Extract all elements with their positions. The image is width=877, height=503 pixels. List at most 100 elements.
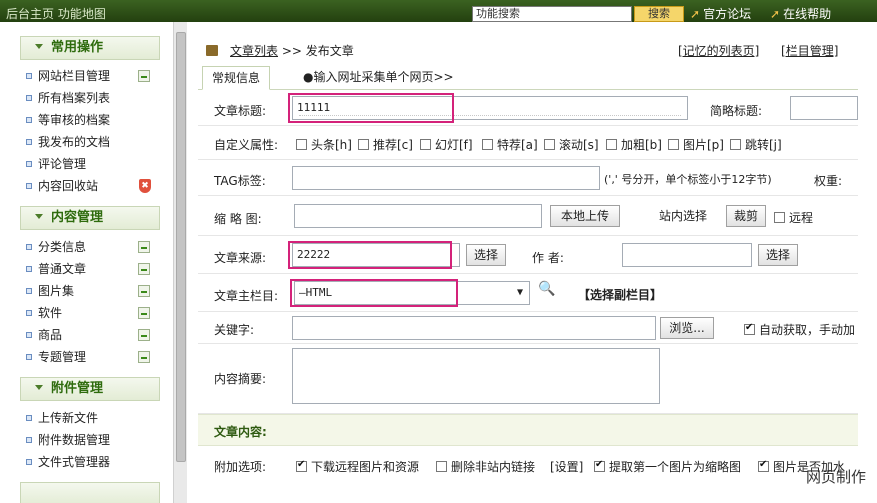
crop-button[interactable]: 裁剪 (726, 205, 766, 227)
add-icon[interactable] (138, 307, 150, 319)
online-help-link[interactable]: ➚ 在线帮助 (770, 5, 831, 22)
left-sidebar: 常用操作 网站栏目管理 所有档案列表 等审核的档案 我发布的文档 评论管理 内容… (12, 22, 172, 503)
add-icon[interactable] (138, 70, 150, 82)
checkbox[interactable] (668, 139, 679, 150)
function-search-input[interactable]: 功能搜索 (472, 6, 632, 22)
browse-button[interactable]: 浏览... (660, 317, 714, 339)
attr-slide[interactable]: 幻灯[f] (420, 136, 473, 153)
add-icon[interactable] (138, 241, 150, 253)
sidebar-item-topics[interactable]: 专题管理 (26, 347, 166, 367)
sidebar-item-all-archives[interactable]: 所有档案列表 (26, 88, 166, 108)
source-select-button[interactable]: 选择 (466, 244, 506, 266)
sidebar-item-image-sets[interactable]: 图片集 (26, 281, 166, 301)
checkbox[interactable] (296, 139, 307, 150)
main-panel: 文章列表 >> 发布文章 [记忆的列表页] [栏目管理] 常规信息 ●输入网址采… (198, 38, 858, 503)
attr-bold[interactable]: 加粗[b] (606, 136, 662, 153)
sidebar-item-pending-archives[interactable]: 等审核的档案 (26, 110, 166, 130)
column-row: 文章主栏目: —HTML ▼ 🔍 【选择副栏目】 (198, 274, 858, 312)
bullet-icon (26, 183, 32, 189)
checkbox[interactable] (774, 212, 785, 223)
thumbnail-row: 缩 略 图: 本地上传 站内选择 裁剪 远程 (198, 196, 858, 236)
column-manage-link[interactable]: [栏目管理] (781, 44, 838, 58)
sidebar-item-my-documents[interactable]: 我发布的文档 (26, 132, 166, 152)
top-bar-left-text[interactable]: 后台主页 功能地图 (6, 5, 106, 22)
tag-input[interactable] (292, 166, 600, 190)
local-upload-button[interactable]: 本地上传 (550, 205, 620, 227)
checkbox-checked[interactable] (296, 459, 307, 472)
delete-links-option[interactable]: 删除非站内链接 (436, 458, 535, 475)
bullet-icon (26, 288, 32, 294)
bullet-icon (26, 95, 32, 101)
author-select-button[interactable]: 选择 (758, 244, 798, 266)
sidebar-item-file-manager[interactable]: 文件式管理器 (26, 452, 166, 472)
first-pic-thumbnail-option[interactable]: 提取第一个图片为缩略图 (594, 458, 741, 475)
attr-image[interactable]: 图片[p] (668, 136, 724, 153)
sidebar-item-articles[interactable]: 普通文章 (26, 259, 166, 279)
book-icon (206, 45, 218, 56)
thumbnail-input[interactable] (294, 204, 542, 228)
column-label: 文章主栏目: (214, 289, 279, 303)
attr-scroll[interactable]: 滚动[s] (544, 136, 599, 153)
title-label: 文章标题: (214, 104, 267, 118)
checkbox-checked[interactable] (758, 459, 769, 472)
breadcrumb: 文章列表 >> 发布文章 (206, 42, 354, 59)
checkbox[interactable] (358, 139, 369, 150)
bullet-icon (26, 266, 32, 272)
scrollbar-thumb[interactable] (176, 32, 186, 462)
checkbox[interactable] (482, 139, 493, 150)
checkbox[interactable] (606, 139, 617, 150)
author-label: 作 者: (532, 251, 564, 265)
attr-redirect[interactable]: 跳转[j] (730, 136, 782, 153)
recycle-bin-icon[interactable]: ✖ (139, 179, 151, 193)
attr-recommend[interactable]: 推荐[c] (358, 136, 413, 153)
sidebar-group-common[interactable]: 常用操作 (20, 36, 160, 60)
checkbox[interactable] (730, 139, 741, 150)
sidebar-item-attachment-data[interactable]: 附件数据管理 (26, 430, 166, 450)
attr-headline[interactable]: 头条[h] (296, 136, 352, 153)
add-icon[interactable] (138, 329, 150, 341)
summary-textarea[interactable] (292, 348, 660, 404)
bullet-icon (26, 354, 32, 360)
sidebar-item-recycle-bin[interactable]: 内容回收站 ✖ (26, 176, 166, 196)
keyword-input[interactable] (292, 316, 656, 340)
remember-list-link[interactable]: [记忆的列表页] (678, 44, 759, 58)
search-button[interactable]: 搜索 (634, 6, 684, 22)
sidebar-scrollbar[interactable] (173, 22, 187, 503)
checkbox[interactable] (436, 461, 447, 472)
remote-option[interactable]: 远程 (774, 209, 813, 226)
collapse-icon (35, 214, 43, 219)
sidebar-group-content[interactable]: 内容管理 (20, 206, 160, 230)
author-input[interactable] (622, 243, 752, 267)
sidebar-item-software[interactable]: 软件 (26, 303, 166, 323)
dropdown-arrow-icon: ▼ (516, 287, 523, 298)
short-title-input[interactable] (790, 96, 858, 120)
tab-url-collect[interactable]: ●输入网址采集单个网页>> (294, 66, 463, 90)
auto-fetch-option[interactable]: 自动获取，手动加 (744, 321, 855, 338)
delete-links-settings[interactable]: [设置] (550, 458, 583, 475)
official-forum-link[interactable]: ➚ 官方论坛 (690, 5, 751, 22)
magnifier-icon[interactable]: 🔍 (538, 281, 555, 297)
checkbox[interactable] (420, 139, 431, 150)
sidebar-group-next[interactable] (20, 482, 160, 503)
checkbox-checked[interactable] (594, 459, 605, 472)
checkbox[interactable] (544, 139, 555, 150)
sidebar-item-upload-file[interactable]: 上传新文件 (26, 408, 166, 428)
breadcrumb-article-list[interactable]: 文章列表 (230, 44, 278, 58)
sidebar-item-products[interactable]: 商品 (26, 325, 166, 345)
attr-special[interactable]: 特荐[a] (482, 136, 538, 153)
custom-attr-label: 自定义属性: (214, 138, 279, 152)
checkbox-checked[interactable] (744, 322, 755, 335)
download-remote-option[interactable]: 下载远程图片和资源 (296, 458, 419, 475)
add-icon[interactable] (138, 285, 150, 297)
sidebar-group-attachments[interactable]: 附件管理 (20, 377, 160, 401)
tag-row: TAG标签: (',' 号分开，单个标签小于12字节) 权重: (198, 160, 858, 196)
breadcrumb-separator: >> (281, 44, 302, 58)
add-icon[interactable] (138, 351, 150, 363)
sidebar-item-column-manage[interactable]: 网站栏目管理 (26, 66, 166, 86)
select-sub-column-link[interactable]: 【选择副栏目】 (578, 286, 662, 303)
tab-general[interactable]: 常规信息 (202, 66, 271, 90)
sidebar-item-classified[interactable]: 分类信息 (26, 237, 166, 257)
sidebar-item-comments[interactable]: 评论管理 (26, 154, 166, 174)
site-select-button[interactable]: 站内选择 (652, 205, 714, 227)
add-icon[interactable] (138, 263, 150, 275)
